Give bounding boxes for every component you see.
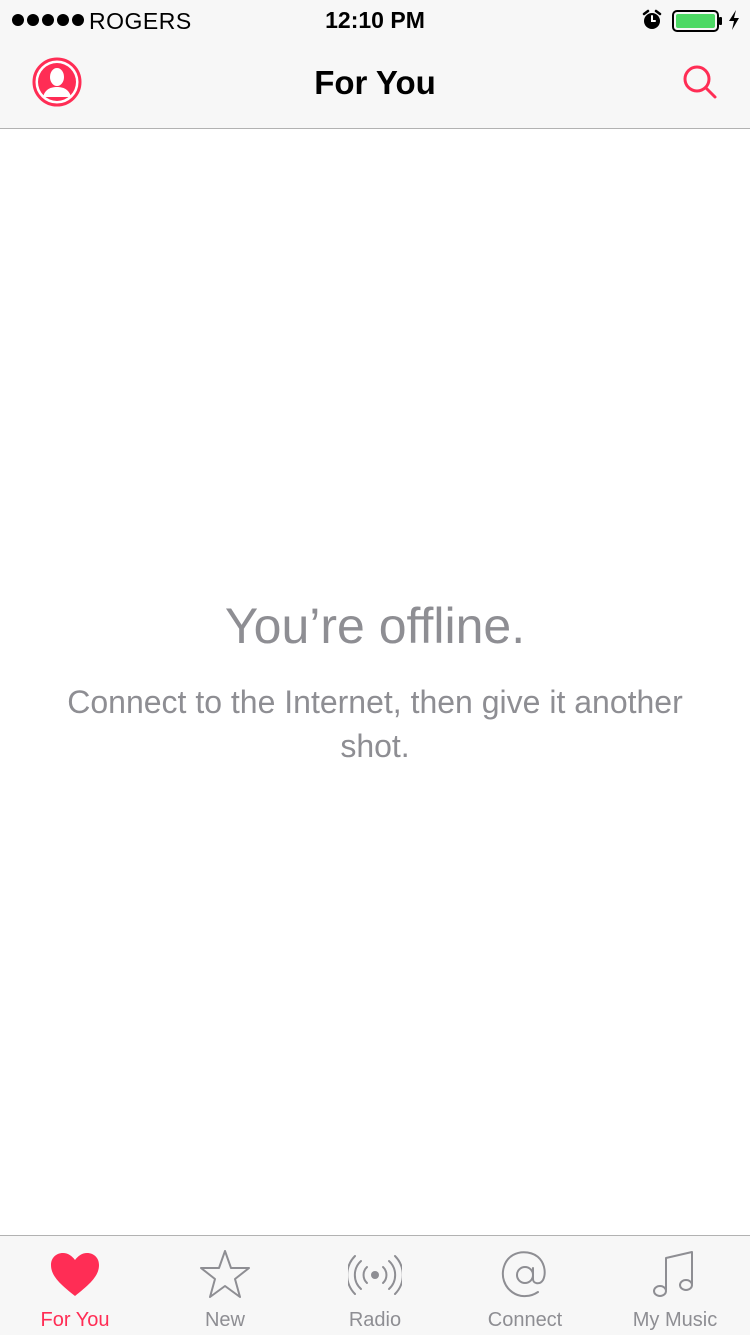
offline-message: Connect to the Internet, then give it an… [67, 684, 683, 764]
offline-title: You’re offline. [224, 598, 526, 654]
star-icon [200, 1250, 250, 1298]
radio-icon [348, 1255, 402, 1295]
music-note-icon [653, 1251, 693, 1297]
status-bar: ROGERS 12:10 PM [0, 0, 750, 40]
tab-new[interactable]: New [150, 1236, 300, 1335]
tab-for-you[interactable]: For You [0, 1236, 150, 1335]
navigation-bar: For You [0, 40, 750, 129]
battery-icon [672, 10, 722, 32]
status-time: 12:10 PM [325, 7, 425, 33]
charging-bolt-icon [729, 10, 739, 30]
tab-my-music[interactable]: My Music [600, 1236, 750, 1335]
at-sign-icon [501, 1251, 546, 1298]
alarm-icon [642, 9, 662, 29]
search-icon [683, 65, 717, 99]
heart-icon [51, 1253, 99, 1296]
tab-label: For You [40, 1309, 110, 1331]
tab-connect[interactable]: Connect [450, 1236, 600, 1335]
search-button[interactable] [680, 62, 720, 102]
page-title: For You [314, 64, 436, 101]
tab-label: My Music [632, 1309, 718, 1331]
tab-bar: For You New Radio Connect My Music [0, 1235, 750, 1335]
tab-label: Radio [348, 1309, 402, 1331]
tab-radio[interactable]: Radio [300, 1236, 450, 1335]
tab-label: Connect [487, 1309, 563, 1331]
tab-label: New [204, 1309, 245, 1331]
